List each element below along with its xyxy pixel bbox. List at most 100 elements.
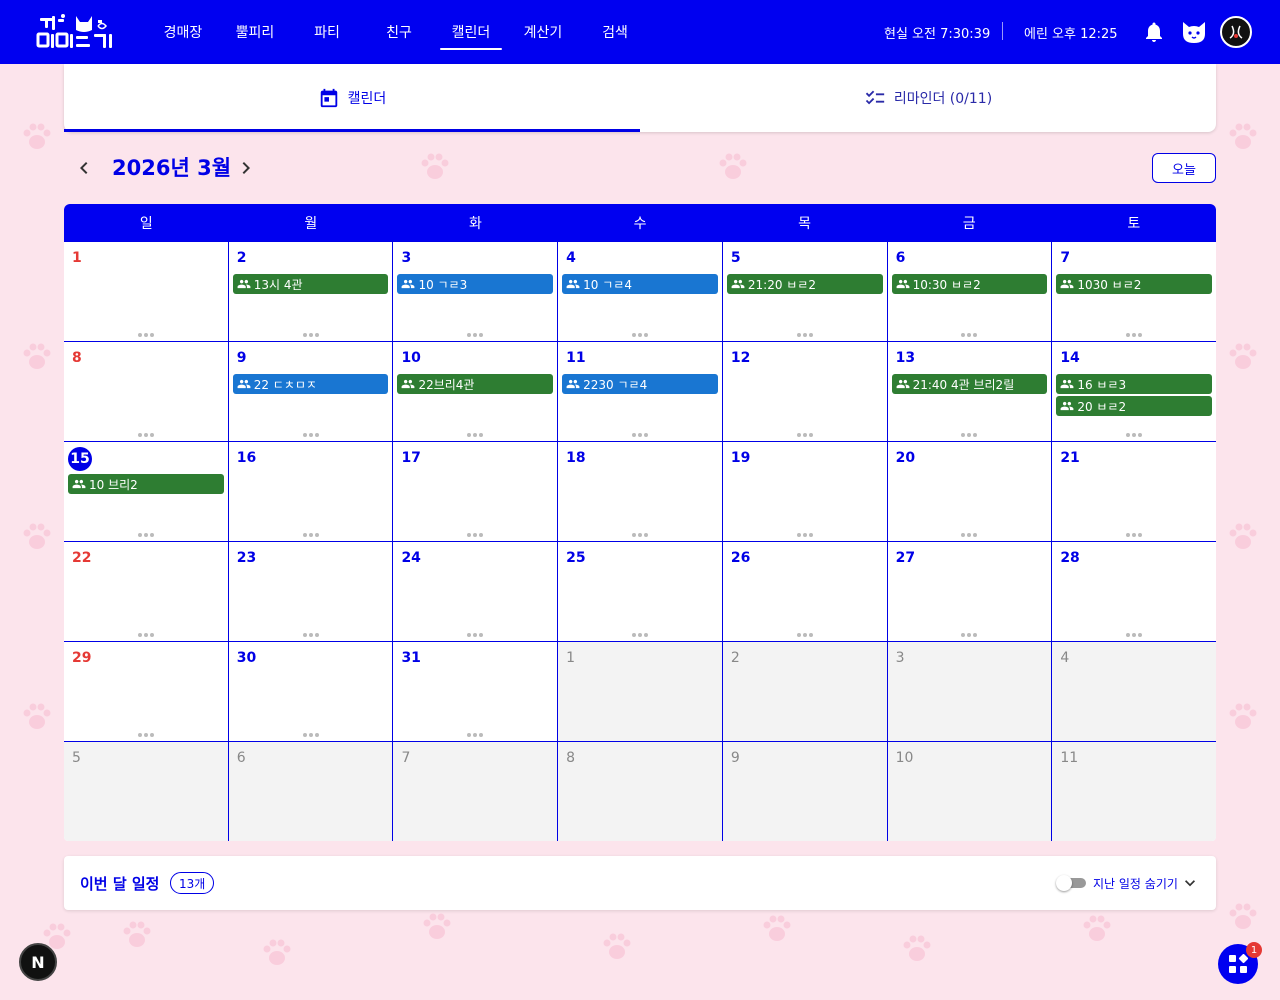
app-logo[interactable] bbox=[36, 12, 116, 52]
day-cell[interactable]: 15 10 브리2 bbox=[64, 442, 229, 541]
more-dots-icon[interactable] bbox=[1126, 533, 1143, 537]
chevron-right-icon[interactable] bbox=[234, 156, 258, 180]
more-dots-icon[interactable] bbox=[302, 433, 319, 437]
day-cell[interactable]: 11 2230 ㄱㄹ4 bbox=[558, 342, 723, 441]
tab-reminder[interactable]: 리마인더 (0/11) bbox=[640, 64, 1216, 132]
day-cell[interactable]: 27 bbox=[887, 542, 1053, 641]
nav-item-5[interactable]: 계산기 bbox=[508, 0, 578, 64]
more-dots-icon[interactable] bbox=[961, 633, 978, 637]
day-cell[interactable]: 26 bbox=[722, 542, 888, 641]
nav-item-3[interactable]: 친구 bbox=[364, 0, 434, 64]
more-dots-icon[interactable] bbox=[796, 433, 813, 437]
chevron-down-icon[interactable] bbox=[1180, 873, 1200, 893]
more-dots-icon[interactable] bbox=[796, 633, 813, 637]
day-cell[interactable]: 6 bbox=[228, 742, 394, 841]
day-cell[interactable]: 8 bbox=[558, 742, 723, 841]
day-cell[interactable]: 6 10:30 ㅂㄹ2 bbox=[887, 242, 1053, 341]
day-cell[interactable]: 9 22 ㄷㅊㅁㅈ bbox=[228, 342, 394, 441]
day-cell[interactable]: 17 bbox=[393, 442, 559, 541]
more-dots-icon[interactable] bbox=[1126, 633, 1143, 637]
more-dots-icon[interactable] bbox=[796, 333, 813, 337]
event-chip[interactable]: 20 ㅂㄹ2 bbox=[1056, 396, 1213, 416]
day-cell[interactable]: 31 bbox=[393, 642, 559, 741]
event-chip[interactable]: 21:40 4관 브리2릴 bbox=[891, 374, 1048, 394]
event-chip[interactable]: 21:20 ㅂㄹ2 bbox=[726, 274, 883, 294]
more-dots-icon[interactable] bbox=[961, 433, 978, 437]
day-cell[interactable]: 23 bbox=[228, 542, 394, 641]
more-dots-icon[interactable] bbox=[302, 333, 319, 337]
more-dots-icon[interactable] bbox=[137, 633, 154, 637]
more-dots-icon[interactable] bbox=[632, 533, 649, 537]
day-cell[interactable]: 21 bbox=[1052, 442, 1216, 541]
day-cell[interactable]: 30 bbox=[228, 642, 394, 741]
day-cell[interactable]: 25 bbox=[558, 542, 723, 641]
more-dots-icon[interactable] bbox=[467, 633, 484, 637]
more-dots-icon[interactable] bbox=[796, 533, 813, 537]
tab-calendar[interactable]: 캘린더 bbox=[64, 64, 640, 132]
day-cell[interactable]: 18 bbox=[558, 442, 723, 541]
more-dots-icon[interactable] bbox=[302, 733, 319, 737]
day-cell[interactable]: 28 bbox=[1052, 542, 1216, 641]
today-button[interactable]: 오늘 bbox=[1152, 153, 1216, 183]
more-dots-icon[interactable] bbox=[137, 333, 154, 337]
day-cell[interactable]: 8 bbox=[64, 342, 229, 441]
notification-bell-icon[interactable] bbox=[1142, 20, 1166, 44]
day-cell[interactable]: 10 bbox=[887, 742, 1053, 841]
more-dots-icon[interactable] bbox=[467, 733, 484, 737]
day-cell[interactable]: 19 bbox=[722, 442, 888, 541]
event-chip[interactable]: 22 ㄷㅊㅁㅈ bbox=[232, 374, 389, 394]
day-cell[interactable]: 7 1030 ㅂㄹ2 bbox=[1052, 242, 1216, 341]
event-chip[interactable]: 16 ㅂㄹ3 bbox=[1056, 374, 1213, 394]
nav-item-4[interactable]: 캘린더 bbox=[436, 0, 506, 64]
more-dots-icon[interactable] bbox=[632, 333, 649, 337]
event-chip[interactable]: 10 ㄱㄹ4 bbox=[562, 274, 718, 294]
day-cell[interactable]: 3 bbox=[887, 642, 1053, 741]
day-cell[interactable]: 29 bbox=[64, 642, 229, 741]
cat-icon[interactable] bbox=[1180, 18, 1208, 46]
event-chip[interactable]: 10 ㄱㄹ3 bbox=[397, 274, 554, 294]
day-cell[interactable]: 16 bbox=[228, 442, 394, 541]
day-cell[interactable]: 4 bbox=[1052, 642, 1216, 741]
day-cell[interactable]: 24 bbox=[393, 542, 559, 641]
day-cell[interactable]: 20 bbox=[887, 442, 1053, 541]
more-dots-icon[interactable] bbox=[467, 533, 484, 537]
more-dots-icon[interactable] bbox=[961, 533, 978, 537]
day-cell[interactable]: 13 21:40 4관 브리2릴 bbox=[887, 342, 1053, 441]
hide-past-events-toggle[interactable] bbox=[1056, 875, 1088, 891]
more-dots-icon[interactable] bbox=[302, 633, 319, 637]
day-cell[interactable]: 2 bbox=[722, 642, 888, 741]
more-dots-icon[interactable] bbox=[961, 333, 978, 337]
event-chip[interactable]: 22브리4관 bbox=[397, 374, 554, 394]
more-dots-icon[interactable] bbox=[1126, 333, 1143, 337]
more-dots-icon[interactable] bbox=[467, 433, 484, 437]
nav-item-2[interactable]: 파티 bbox=[292, 0, 362, 64]
day-cell[interactable]: 22 bbox=[64, 542, 229, 641]
nav-item-1[interactable]: 뿔피리 bbox=[220, 0, 290, 64]
day-cell[interactable]: 11 bbox=[1052, 742, 1216, 841]
user-avatar[interactable] bbox=[1220, 16, 1252, 48]
event-chip[interactable]: 10 브리2 bbox=[68, 474, 224, 494]
event-chip[interactable]: 2230 ㄱㄹ4 bbox=[562, 374, 718, 394]
dev-tools-button[interactable]: N bbox=[19, 943, 57, 981]
nav-item-0[interactable]: 경매장 bbox=[148, 0, 218, 64]
nav-item-6[interactable]: 검색 bbox=[580, 0, 650, 64]
day-cell[interactable]: 4 10 ㄱㄹ4 bbox=[558, 242, 723, 341]
more-dots-icon[interactable] bbox=[1126, 433, 1143, 437]
day-cell[interactable]: 7 bbox=[393, 742, 559, 841]
day-cell[interactable]: 9 bbox=[722, 742, 888, 841]
day-cell[interactable]: 2 13시 4관 bbox=[228, 242, 394, 341]
day-cell[interactable]: 5 21:20 ㅂㄹ2 bbox=[722, 242, 888, 341]
day-cell[interactable]: 10 22브리4관 bbox=[393, 342, 559, 441]
day-cell[interactable]: 5 bbox=[64, 742, 229, 841]
more-dots-icon[interactable] bbox=[632, 633, 649, 637]
chevron-left-icon[interactable] bbox=[72, 156, 96, 180]
more-dots-icon[interactable] bbox=[632, 433, 649, 437]
day-cell[interactable]: 1 bbox=[64, 242, 229, 341]
event-chip[interactable]: 13시 4관 bbox=[232, 274, 389, 294]
more-dots-icon[interactable] bbox=[467, 333, 484, 337]
event-chip[interactable]: 10:30 ㅂㄹ2 bbox=[891, 274, 1048, 294]
day-cell[interactable]: 3 10 ㄱㄹ3 bbox=[393, 242, 559, 341]
day-cell[interactable]: 12 bbox=[722, 342, 888, 441]
more-dots-icon[interactable] bbox=[137, 533, 154, 537]
more-dots-icon[interactable] bbox=[137, 733, 154, 737]
